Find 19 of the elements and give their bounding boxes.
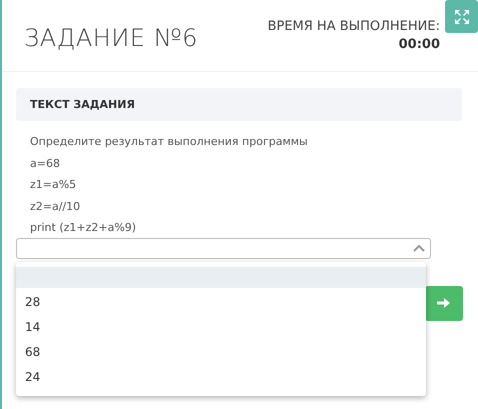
dropdown-option[interactable]: 28 <box>16 290 426 314</box>
dropdown-option[interactable]: 68 <box>16 340 426 364</box>
section-header: ТЕКСТ ЗАДАНИЯ <box>16 88 462 121</box>
timer-label: ВРЕМЯ НА ВЫПОЛНЕНИЕ: <box>268 18 440 36</box>
task-text-line: z2=a//10 <box>30 198 82 214</box>
task-text-line: a=68 <box>30 156 61 172</box>
task-text-line: print (z1+z2+a%9) <box>30 220 138 236</box>
dropdown-option[interactable]: 24 <box>16 364 426 390</box>
task-title: ЗАДАНИЕ №6 <box>24 24 198 54</box>
expand-icon <box>452 8 470 26</box>
timer-value: 00:00 <box>398 36 440 54</box>
task-text-line: z1=a%5 <box>30 177 78 193</box>
fullscreen-button[interactable] <box>445 0 478 33</box>
answer-select[interactable] <box>16 238 431 258</box>
arrow-right-icon <box>437 297 451 309</box>
next-button[interactable] <box>425 286 463 320</box>
dropdown-option[interactable]: 14 <box>16 314 426 340</box>
caret-icon <box>413 244 425 252</box>
task-text-line: Определите результат выполнения программы <box>30 134 309 150</box>
